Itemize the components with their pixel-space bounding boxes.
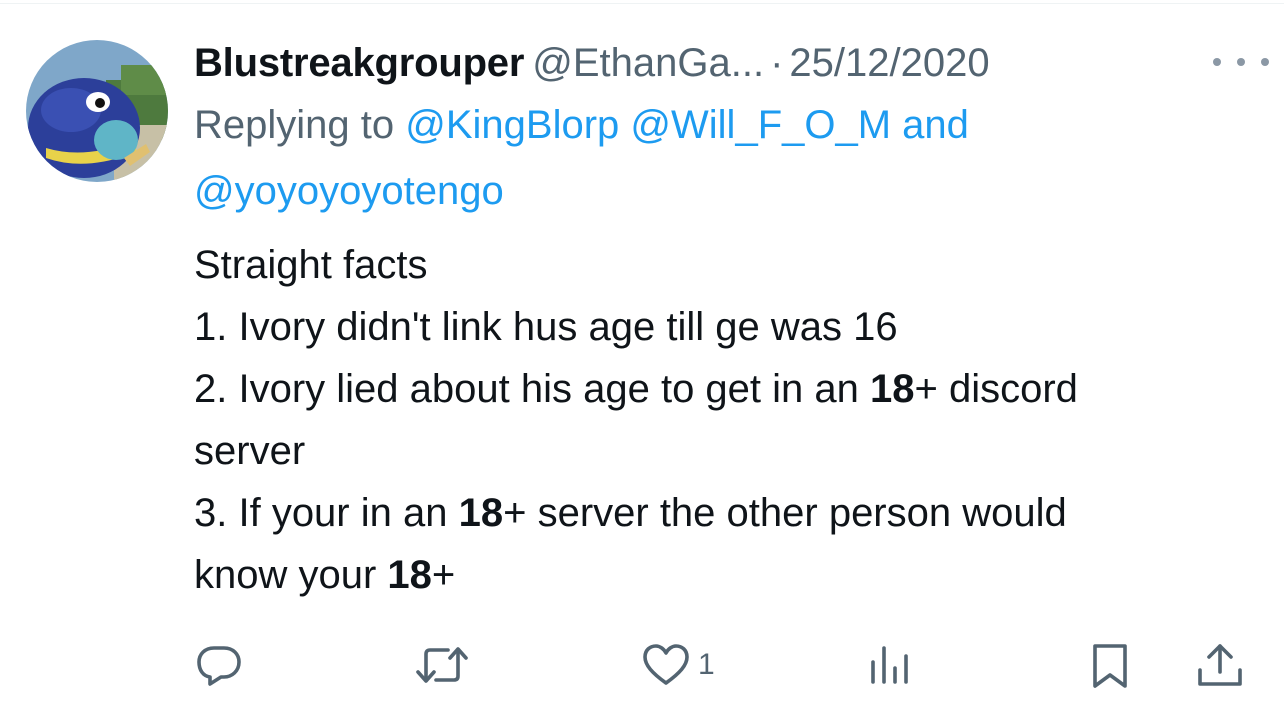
heart-icon <box>643 644 689 685</box>
reply-button[interactable] <box>194 640 244 690</box>
avatar[interactable] <box>26 40 168 182</box>
separator-dot: · <box>770 41 784 85</box>
tweet-text: Straight facts 1. Ivory didn't link hus … <box>194 234 1269 606</box>
bookmark-button[interactable] <box>1088 640 1132 690</box>
share-button[interactable] <box>1194 640 1246 690</box>
bold-18: 18 <box>387 553 432 597</box>
tweet-line: 3. If your in an 18+ server the other pe… <box>194 491 1067 535</box>
retweet-icon <box>416 647 468 683</box>
views-chart-icon <box>871 646 908 684</box>
mention-and-others[interactable]: and <box>902 103 969 147</box>
display-name[interactable]: Blustreakgrouper <box>194 41 524 85</box>
tweet-line: Straight facts <box>194 243 428 287</box>
mention-yoyoyoyotengo[interactable]: @yoyoyoyotengo <box>194 169 504 213</box>
replying-to-label: Replying to <box>194 103 395 147</box>
bookmark-icon <box>1093 644 1127 688</box>
tweet-line: server <box>194 429 306 473</box>
replying-to: Replying to @KingBlorp @Will_F_O_M and @… <box>194 92 1269 224</box>
views-button[interactable] <box>866 640 912 690</box>
retweet-button[interactable] <box>414 640 470 690</box>
tweet-content: Blustreakgrouper @EthanGa... · 25/12/2020 R… <box>194 34 1269 606</box>
avatar-image <box>26 40 168 182</box>
mention-kingblorp[interactable]: @KingBlorp <box>405 103 619 147</box>
tweet-header: Blustreakgrouper @EthanGa... · 25/12/2020 <box>194 34 1269 92</box>
tweet-line: 1. Ivory didn't link hus age till ge was… <box>194 305 898 349</box>
tweet-actions: 1 <box>194 640 1254 690</box>
like-button[interactable]: 1 <box>640 640 715 690</box>
tweet-line: 2. Ivory lied about his age to get in an… <box>194 367 1078 411</box>
user-handle[interactable]: @EthanGa... <box>532 41 764 85</box>
more-icon[interactable] <box>1213 46 1269 78</box>
like-count: 1 <box>698 648 715 681</box>
mention-will-f-o-m[interactable]: @Will_F_O_M <box>630 103 891 147</box>
share-icon <box>1198 644 1242 686</box>
tweet-top-divider <box>0 3 1284 4</box>
tweet-line: know your 18+ <box>194 553 456 597</box>
bold-18: 18 <box>870 367 915 411</box>
tweet-date[interactable]: 25/12/2020 <box>789 41 989 85</box>
bold-18: 18 <box>458 491 504 535</box>
reply-icon <box>197 646 241 686</box>
